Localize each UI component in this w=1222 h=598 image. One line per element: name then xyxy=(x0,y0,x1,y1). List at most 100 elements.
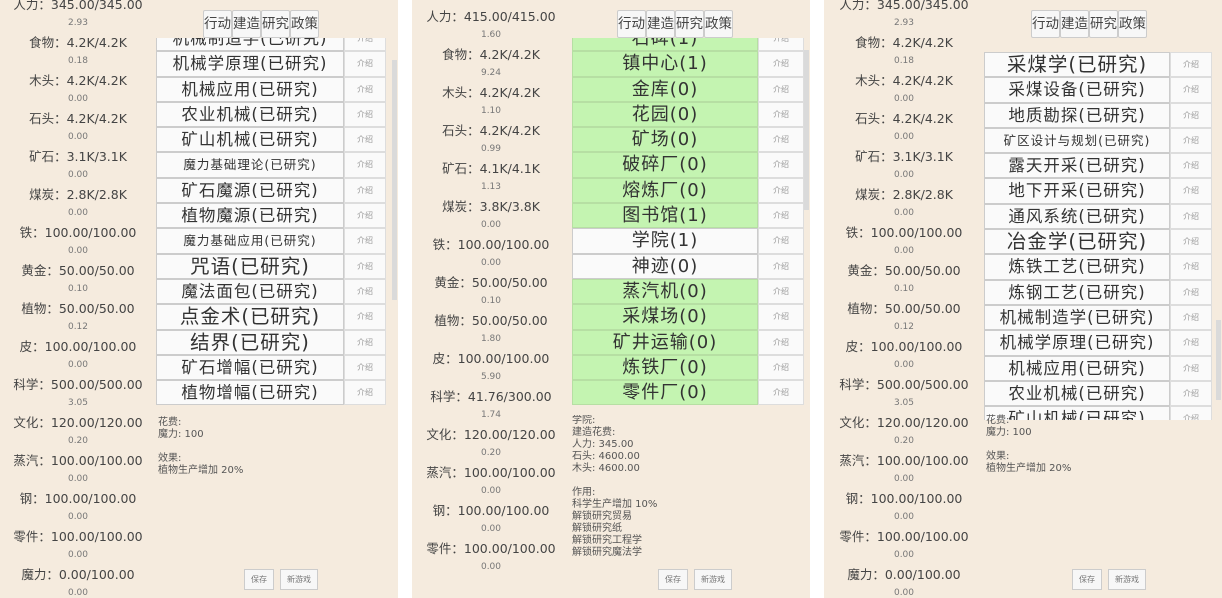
new-game-button[interactable]: 新游戏 xyxy=(1108,569,1146,590)
info-button[interactable]: 介绍 xyxy=(758,177,804,204)
new-game-button[interactable]: 新游戏 xyxy=(694,569,732,590)
info-button[interactable]: 介绍 xyxy=(758,203,804,229)
info-button[interactable]: 介绍 xyxy=(344,177,386,204)
info-button[interactable]: 介绍 xyxy=(1170,52,1212,78)
building-button[interactable]: 矿井运输(0) xyxy=(572,329,758,355)
info-button[interactable]: 介绍 xyxy=(344,51,386,77)
tab-policy[interactable]: 政策 xyxy=(1118,10,1147,38)
building-button[interactable]: 采煤场(0) xyxy=(572,304,758,330)
research-button[interactable]: 魔力基础理论(已研究) xyxy=(156,152,344,178)
info-button[interactable]: 介绍 xyxy=(1170,178,1212,204)
info-button[interactable]: 介绍 xyxy=(758,253,804,279)
info-button[interactable]: 介绍 xyxy=(758,127,804,153)
research-button[interactable]: 地质勘探(已研究) xyxy=(984,102,1170,128)
tab-action[interactable]: 行动 xyxy=(1031,10,1060,38)
research-button[interactable]: 炼钢工艺(已研究) xyxy=(984,279,1170,305)
research-button[interactable]: 矿石魔源(已研究) xyxy=(156,177,344,204)
info-button[interactable]: 介绍 xyxy=(344,278,386,305)
research-button[interactable]: 咒语(已研究) xyxy=(156,253,344,279)
building-button[interactable]: 镇中心(1) xyxy=(572,51,758,77)
building-button[interactable]: 矿场(0) xyxy=(572,127,758,153)
tab-policy[interactable]: 政策 xyxy=(290,10,319,38)
info-button[interactable]: 介绍 xyxy=(344,101,386,128)
research-button[interactable]: 植物魔源(已研究) xyxy=(156,203,344,229)
info-button[interactable]: 介绍 xyxy=(758,304,804,330)
info-button[interactable]: 介绍 xyxy=(758,278,804,305)
tab-build[interactable]: 建造 xyxy=(646,10,675,38)
save-button[interactable]: 保存 xyxy=(658,569,688,590)
tab-build[interactable]: 建造 xyxy=(232,10,261,38)
save-button[interactable]: 保存 xyxy=(244,569,274,590)
info-button[interactable]: 介绍 xyxy=(758,354,804,381)
research-button[interactable]: 机械应用(已研究) xyxy=(984,355,1170,381)
info-button[interactable]: 介绍 xyxy=(344,203,386,229)
research-button[interactable]: 点金术(已研究) xyxy=(156,304,344,330)
info-button[interactable]: 介绍 xyxy=(1170,127,1212,154)
info-button[interactable]: 介绍 xyxy=(1170,355,1212,381)
info-button[interactable]: 介绍 xyxy=(344,76,386,102)
info-button[interactable]: 介绍 xyxy=(344,228,386,254)
info-button[interactable]: 介绍 xyxy=(1170,229,1212,255)
info-button[interactable]: 介绍 xyxy=(758,329,804,355)
info-button[interactable]: 介绍 xyxy=(1170,77,1212,103)
research-button[interactable]: 魔力基础应用(已研究) xyxy=(156,228,344,254)
info-button[interactable]: 介绍 xyxy=(344,127,386,153)
research-button[interactable]: 机械学原理(已研究) xyxy=(984,330,1170,356)
research-button[interactable]: 炼铁工艺(已研究) xyxy=(984,254,1170,280)
info-button[interactable]: 介绍 xyxy=(344,152,386,178)
info-button[interactable]: 介绍 xyxy=(758,228,804,254)
info-button[interactable]: 介绍 xyxy=(758,152,804,178)
info-button[interactable]: 介绍 xyxy=(1170,330,1212,356)
research-button[interactable]: 结界(已研究) xyxy=(156,329,344,355)
tab-research[interactable]: 研究 xyxy=(261,10,290,38)
info-button[interactable]: 介绍 xyxy=(1170,203,1212,230)
building-button[interactable]: 石碑(1) xyxy=(572,38,758,52)
research-button[interactable]: 露天开采(已研究) xyxy=(984,153,1170,179)
info-button[interactable]: 介绍 xyxy=(344,354,386,381)
info-button[interactable]: 介绍 xyxy=(758,380,804,406)
research-button[interactable]: 机械应用(已研究) xyxy=(156,76,344,102)
building-button[interactable]: 炼铁厂(0) xyxy=(572,354,758,381)
building-button[interactable]: 蒸汽机(0) xyxy=(572,278,758,305)
building-button[interactable]: 金库(0) xyxy=(572,76,758,102)
research-button[interactable]: 矿区设计与规划(已研究) xyxy=(984,127,1170,154)
scrollbar[interactable] xyxy=(1216,320,1221,400)
research-button[interactable]: 采煤设备(已研究) xyxy=(984,77,1170,103)
research-button[interactable]: 机械学原理(已研究) xyxy=(156,51,344,77)
save-button[interactable]: 保存 xyxy=(1072,569,1102,590)
research-button[interactable]: 机械制造学(已研究) xyxy=(156,38,344,52)
building-button[interactable]: 零件厂(0) xyxy=(572,380,758,406)
info-button[interactable]: 介绍 xyxy=(758,38,804,52)
info-button[interactable]: 介绍 xyxy=(344,380,386,406)
research-button[interactable]: 采煤学(已研究) xyxy=(984,52,1170,78)
new-game-button[interactable]: 新游戏 xyxy=(280,569,318,590)
scrollbar[interactable] xyxy=(392,60,397,300)
building-button[interactable]: 学院(1) xyxy=(572,228,758,254)
tab-research[interactable]: 研究 xyxy=(675,10,704,38)
research-button[interactable]: 农业机械(已研究) xyxy=(156,101,344,128)
building-button[interactable]: 熔炼厂(0) xyxy=(572,177,758,204)
building-button[interactable]: 神迹(0) xyxy=(572,253,758,279)
tab-action[interactable]: 行动 xyxy=(617,10,646,38)
tab-action[interactable]: 行动 xyxy=(203,10,232,38)
scrollbar[interactable] xyxy=(804,50,809,210)
research-button[interactable]: 魔法面包(已研究) xyxy=(156,278,344,305)
building-button[interactable]: 花园(0) xyxy=(572,101,758,128)
tab-build[interactable]: 建造 xyxy=(1060,10,1089,38)
research-button[interactable]: 冶金学(已研究) xyxy=(984,229,1170,255)
info-button[interactable]: 介绍 xyxy=(344,38,386,52)
info-button[interactable]: 介绍 xyxy=(344,253,386,279)
research-button[interactable]: 机械制造学(已研究) xyxy=(984,304,1170,331)
info-button[interactable]: 介绍 xyxy=(1170,102,1212,128)
building-button[interactable]: 破碎厂(0) xyxy=(572,152,758,178)
info-button[interactable]: 介绍 xyxy=(1170,153,1212,179)
research-button[interactable]: 植物增幅(已研究) xyxy=(156,380,344,406)
info-button[interactable]: 介绍 xyxy=(1170,279,1212,305)
info-button[interactable]: 介绍 xyxy=(1170,254,1212,280)
info-button[interactable]: 介绍 xyxy=(1170,304,1212,331)
info-button[interactable]: 介绍 xyxy=(344,304,386,330)
research-button[interactable]: 农业机械(已研究) xyxy=(984,380,1170,407)
info-button[interactable]: 介绍 xyxy=(758,51,804,77)
research-button[interactable]: 地下开采(已研究) xyxy=(984,178,1170,204)
research-button[interactable]: 矿石增幅(已研究) xyxy=(156,354,344,381)
